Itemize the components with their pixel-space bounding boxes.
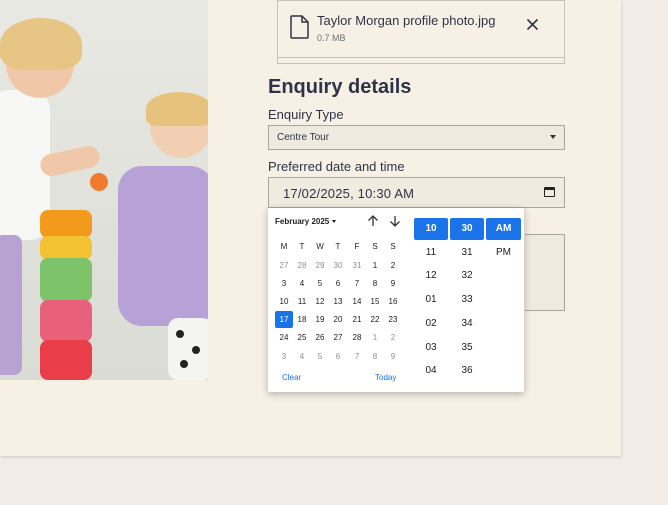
calendar-day[interactable]: 27 xyxy=(329,329,347,346)
file-upload-item xyxy=(277,0,565,58)
calendar-day[interactable]: 7 xyxy=(348,275,366,292)
calendar-day[interactable]: 6 xyxy=(329,275,347,292)
calendar-day[interactable]: 21 xyxy=(348,311,366,328)
hour-option[interactable]: 01 xyxy=(414,289,448,311)
calendar-day[interactable]: 8 xyxy=(366,348,384,365)
calendar-day[interactable]: 23 xyxy=(384,311,402,328)
period-option[interactable]: AM xyxy=(486,218,521,240)
hour-option[interactable]: 12 xyxy=(414,265,448,287)
next-month-button[interactable] xyxy=(389,215,401,229)
calendar-day[interactable]: 15 xyxy=(366,293,384,310)
weekday-label: S xyxy=(390,242,396,251)
children-photo xyxy=(0,0,208,380)
calendar-day[interactable]: 26 xyxy=(311,329,329,346)
calendar-day[interactable]: 7 xyxy=(348,348,366,365)
chevron-down-icon xyxy=(550,135,556,139)
calendar-day[interactable]: 30 xyxy=(329,257,347,274)
calendar-day[interactable]: 16 xyxy=(384,293,402,310)
calendar-day[interactable]: 5 xyxy=(311,348,329,365)
calendar-day[interactable]: 10 xyxy=(275,293,293,310)
enquiry-type-label: Enquiry Type xyxy=(268,107,344,122)
previous-month-button[interactable] xyxy=(367,215,379,229)
weekday-label: M xyxy=(280,242,288,251)
close-icon xyxy=(526,18,539,31)
message-textarea[interactable] xyxy=(525,234,565,311)
caret-down-icon xyxy=(332,220,337,224)
hour-option[interactable]: 11 xyxy=(414,242,448,264)
calendar-day[interactable]: 6 xyxy=(329,348,347,365)
calendar-day[interactable]: 8 xyxy=(366,275,384,292)
calendar-day[interactable]: 13 xyxy=(329,293,347,310)
calendar-day[interactable]: 29 xyxy=(311,257,329,274)
calendar-day[interactable]: 3 xyxy=(275,275,293,292)
calendar-day[interactable]: 2 xyxy=(384,257,402,274)
weekday-label: W xyxy=(316,242,324,251)
calendar-day[interactable]: 28 xyxy=(293,257,311,274)
calendar-day[interactable]: 1 xyxy=(366,257,384,274)
weekday-label: S xyxy=(372,242,378,251)
calendar-day[interactable]: 17 xyxy=(275,311,293,328)
minute-option[interactable]: 33 xyxy=(450,289,484,311)
calendar-day[interactable]: 22 xyxy=(366,311,384,328)
minute-option[interactable]: 32 xyxy=(450,265,484,287)
document-icon xyxy=(290,15,309,39)
calendar-day[interactable]: 1 xyxy=(366,329,384,346)
section-title: Enquiry details xyxy=(268,76,412,98)
arrow-up-icon xyxy=(368,215,378,226)
weekday-label: F xyxy=(354,242,360,251)
minute-option[interactable]: 30 xyxy=(450,218,484,240)
file-name: Taylor Morgan profile photo.jpg xyxy=(317,13,496,28)
hour-option[interactable]: 10 xyxy=(414,218,448,240)
calendar-day[interactable]: 9 xyxy=(384,348,402,365)
calendar-day[interactable]: 4 xyxy=(293,348,311,365)
hour-option[interactable]: 02 xyxy=(414,313,448,335)
calendar-day[interactable]: 4 xyxy=(293,275,311,292)
month-year-label: February 2025 xyxy=(275,217,330,226)
minute-option[interactable]: 31 xyxy=(450,242,484,264)
arrow-down-icon xyxy=(390,216,400,227)
clear-button[interactable]: Clear xyxy=(282,373,301,382)
today-button[interactable]: Today xyxy=(375,373,396,382)
calendar-day[interactable]: 24 xyxy=(275,329,293,346)
enquiry-type-value: Centre Tour xyxy=(277,132,330,143)
preferred-datetime-input[interactable]: 17/02/2025, 10:30 AM xyxy=(268,177,565,208)
enquiry-type-select[interactable]: Centre Tour xyxy=(268,125,565,150)
weekday-label: T xyxy=(299,242,305,251)
calendar-day[interactable]: 25 xyxy=(293,329,311,346)
hour-option[interactable]: 04 xyxy=(414,360,448,382)
datetime-picker: February 2025 MTWTFSS 27 28 29 30 31 1 2 3 4 5 6 7 8… xyxy=(268,208,524,392)
form-card: Taylor Morgan profile photo.jpg 0.7 MB E… xyxy=(0,0,621,456)
calendar-day[interactable]: 5 xyxy=(311,275,329,292)
calendar-day[interactable]: 9 xyxy=(384,275,402,292)
file-size: 0.7 MB xyxy=(317,33,346,43)
minute-option[interactable]: 35 xyxy=(450,337,484,359)
period-option[interactable]: PM xyxy=(486,242,521,264)
calendar-day[interactable]: 28 xyxy=(348,329,366,346)
month-year-selector[interactable]: February 2025 xyxy=(275,217,337,226)
preferred-datetime-value: 17/02/2025, 10:30 AM xyxy=(283,186,415,201)
weekday-label: T xyxy=(335,242,341,251)
hour-option[interactable]: 03 xyxy=(414,337,448,359)
calendar-day[interactable]: 19 xyxy=(311,311,329,328)
calendar-day[interactable]: 12 xyxy=(311,293,329,310)
preferred-datetime-label: Preferred date and time xyxy=(268,159,405,174)
remove-file-button[interactable] xyxy=(526,17,539,34)
calendar-day[interactable]: 2 xyxy=(384,329,402,346)
minute-option[interactable]: 36 xyxy=(450,360,484,382)
calendar-day[interactable]: 11 xyxy=(293,293,311,310)
calendar-day[interactable]: 18 xyxy=(293,311,311,328)
calendar-day[interactable]: 31 xyxy=(348,257,366,274)
calendar-icon[interactable] xyxy=(544,187,555,197)
calendar-day[interactable]: 14 xyxy=(348,293,366,310)
minute-option[interactable]: 34 xyxy=(450,313,484,335)
calendar-day[interactable]: 27 xyxy=(275,257,293,274)
calendar-day[interactable]: 3 xyxy=(275,348,293,365)
calendar-day[interactable]: 20 xyxy=(329,311,347,328)
